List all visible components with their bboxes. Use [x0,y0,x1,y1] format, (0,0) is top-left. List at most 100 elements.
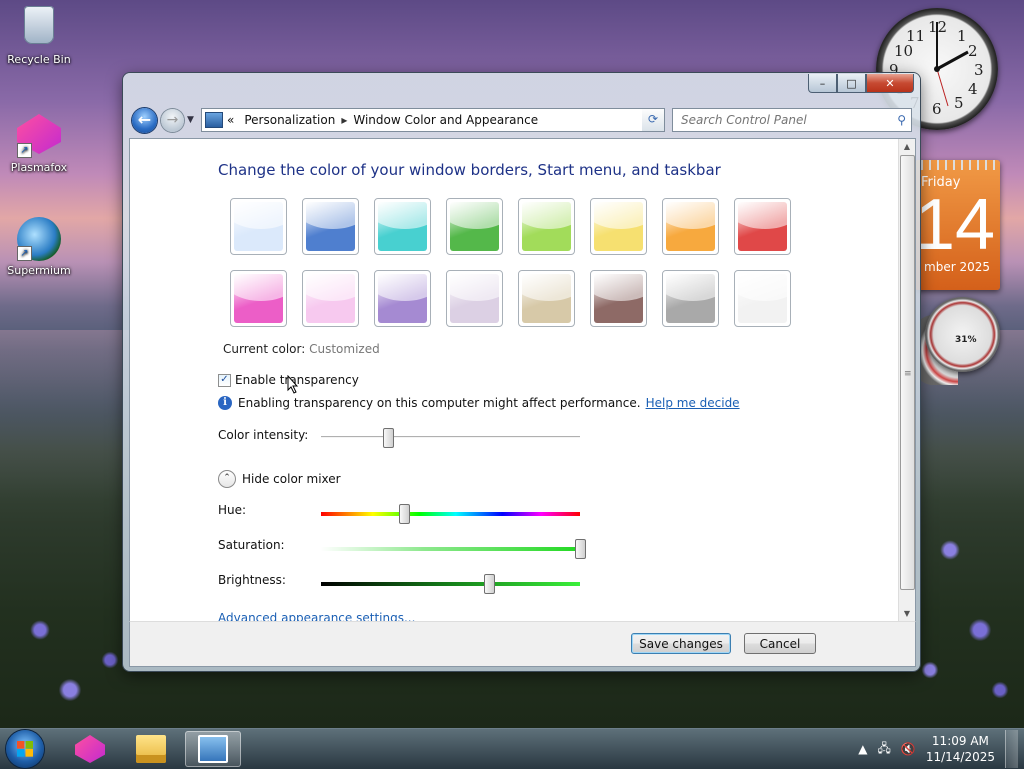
swatch-color-fill [306,274,355,323]
grip-icon: ≡ [904,369,912,379]
color-swatch-sea[interactable] [374,198,431,255]
scroll-down-icon[interactable]: ▼ [899,606,915,622]
address-bar[interactable]: « Personalization ▸ Window Color and App… [201,108,665,132]
close-button[interactable]: ✕ [866,74,914,93]
color-swatch-taupe[interactable] [518,270,575,327]
saturation-slider[interactable] [575,539,586,559]
hue-slider[interactable] [398,504,410,524]
back-button[interactable]: ← [132,108,157,133]
meter-percent: 31% [955,335,977,345]
desktop-icon-recycle-bin[interactable]: Recycle Bin [0,6,78,66]
search-icon[interactable]: ⚲ [897,113,906,127]
brightness-label: Brightness: [218,573,286,587]
control-panel-icon [205,112,223,128]
caption-buttons: – □ ✕ [808,74,914,93]
show-desktop-button[interactable] [1005,730,1018,768]
color-swatch-lavender[interactable] [446,270,503,327]
color-swatch-frost[interactable] [734,270,791,327]
swatch-color-fill [522,202,571,251]
desktop-icon-plasmafox[interactable]: ↗ Plasmafox [0,114,78,174]
breadcrumb-window-color[interactable]: Window Color and Appearance [353,113,538,127]
current-color-label: Current color: [223,342,306,356]
tray-time: 11:09 AM [931,734,989,748]
taskbar-control-panel[interactable] [185,731,241,767]
swatch-color-fill [666,274,715,323]
help-me-decide-link[interactable]: Help me decide [646,396,740,410]
hue-track[interactable] [321,512,580,516]
color-swatch-blush[interactable] [302,270,359,327]
color-swatch-violet[interactable] [374,270,431,327]
calendar-month: mber 2025 [924,260,990,274]
color-intensity-track[interactable] [321,436,580,438]
current-color: Current color: Customized [223,342,380,356]
supermium-icon: ↗ [17,217,61,261]
cancel-button[interactable]: Cancel [744,633,816,654]
saturation-label: Saturation: [218,538,285,552]
plasmafox-icon: ↗ [17,114,61,158]
desktop-icon-supermium[interactable]: ↗ Supermium [0,217,78,277]
search-box[interactable]: ⚲ [672,108,912,132]
swatch-color-fill [234,274,283,323]
swatch-color-fill [594,274,643,323]
maximize-button[interactable]: □ [837,74,866,93]
content-pane: Change the color of your window borders,… [129,138,916,623]
color-swatch-twilight[interactable] [302,198,359,255]
breadcrumb-separator-icon[interactable]: ▸ [341,113,347,127]
page-title: Change the color of your window borders,… [218,161,721,179]
show-hidden-icons-icon[interactable]: ▲ [858,742,867,756]
color-swatch-pumpkin[interactable] [662,198,719,255]
color-swatch-fuchsia[interactable] [230,270,287,327]
chevron-up-icon[interactable]: ⌃ [218,470,236,488]
desktop-icon-label: Recycle Bin [7,53,71,66]
vertical-scrollbar[interactable]: ▲ ≡ ▼ [898,139,915,622]
recycle-bin-icon [17,6,61,50]
swatch-color-fill [378,274,427,323]
color-swatch-lemon[interactable] [590,198,647,255]
tray-date: 11/14/2025 [925,750,995,764]
scroll-up-icon[interactable]: ▲ [899,139,915,155]
calendar-gadget[interactable]: Friday 14 mber 2025 [915,160,1000,290]
saturation-track[interactable] [321,547,580,551]
color-swatch-chocolate[interactable] [590,270,647,327]
recent-pages-dropdown[interactable]: ▼ [187,115,194,125]
refresh-button[interactable]: ⟳ [642,108,665,132]
hide-color-mixer-label[interactable]: Hide color mixer [242,472,341,486]
plasmafox-icon [75,735,105,763]
start-button[interactable] [6,730,44,768]
minimize-button[interactable]: – [808,74,837,93]
save-changes-button[interactable]: Save changes [631,633,731,654]
breadcrumb-personalization[interactable]: Personalization [244,113,335,127]
color-swatch-slate[interactable] [662,270,719,327]
checkbox-check-icon[interactable]: ✓ [218,373,231,387]
shortcut-arrow-icon: ↗ [17,246,32,261]
color-intensity-slider[interactable] [383,428,395,448]
swatch-color-fill [450,202,499,251]
dialog-footer: Save changes Cancel [129,621,916,667]
memory-meter-gadget[interactable]: 31% [925,297,1000,372]
taskbar-plasmafox[interactable] [62,731,118,767]
control-panel-icon [198,735,228,763]
color-swatch-leaf[interactable] [446,198,503,255]
color-swatch-ruby[interactable] [734,198,791,255]
scrollbar-thumb[interactable]: ≡ [900,155,915,590]
system-tray: ▲ 🖧 🔇 11:09 AM 11/14/2025 [858,729,1018,769]
search-input[interactable] [679,112,883,128]
volume-muted-icon[interactable]: 🔇 [901,742,916,756]
window-color-appearance-window: – □ ✕ ← → ▼ « Personalization ▸ Window C… [123,73,920,671]
swatch-color-fill [450,274,499,323]
network-icon[interactable]: 🖧 [877,739,890,760]
brightness-slider[interactable] [484,574,496,594]
forward-button[interactable]: → [161,109,184,132]
color-swatch-lime[interactable] [518,198,575,255]
swatch-color-fill [738,202,787,251]
address-overflow[interactable]: « [227,113,234,127]
taskbar-windows-explorer[interactable] [123,731,179,767]
shortcut-arrow-icon: ↗ [17,143,32,158]
info-icon: i [218,396,232,410]
folder-icon [136,735,166,763]
brightness-track[interactable] [321,582,580,586]
color-swatch-sky[interactable] [230,198,287,255]
hide-color-mixer-toggle[interactable]: ⌃ Hide color mixer [218,470,341,488]
tray-clock[interactable]: 11:09 AM 11/14/2025 [926,733,995,765]
transparency-info: i Enabling transparency on this computer… [218,396,740,410]
